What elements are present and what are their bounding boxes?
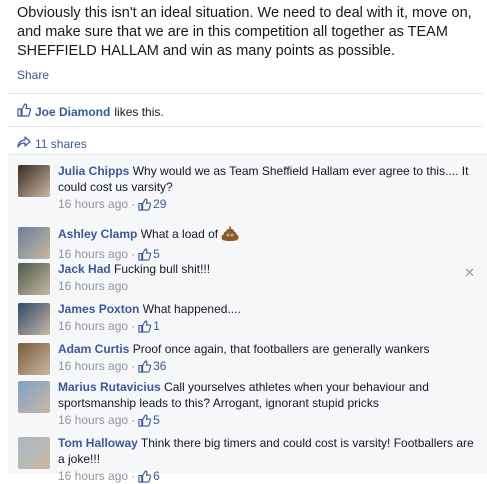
comments-section: Julia Chipps Why would we as Team Sheffi… — [8, 154, 487, 483]
avatar[interactable] — [18, 263, 50, 295]
comment-timestamp[interactable]: 16 hours ago — [58, 246, 128, 262]
comment: James Poxton What happened.... 16 hours a… — [18, 301, 477, 343]
thumbs-up-icon — [17, 103, 32, 121]
likes-suffix: likes this. — [114, 105, 164, 119]
thumbs-up-icon — [138, 413, 152, 427]
comment-timestamp[interactable]: 16 hours ago — [58, 412, 128, 428]
comment-text: What happened.... — [142, 302, 241, 316]
comment: Jack Had Fucking bull shit!!! 16 hours ag… — [18, 261, 477, 303]
comment-author-link[interactable]: Adam Curtis — [58, 342, 129, 356]
separator-dot: · — [131, 247, 136, 261]
comment-timestamp[interactable]: 16 hours ago — [58, 196, 128, 212]
avatar[interactable] — [18, 437, 50, 469]
share-link[interactable]: Share — [17, 68, 49, 82]
comment-like-count[interactable]: 29 — [138, 196, 166, 212]
comment-like-count[interactable]: 6 — [138, 468, 160, 484]
comment-like-count[interactable]: 5 — [138, 246, 160, 262]
comment-author-link[interactable]: Jack Had — [58, 262, 111, 276]
thumbs-up-icon — [138, 247, 152, 261]
separator-dot: · — [131, 469, 136, 483]
comment-timestamp[interactable]: 16 hours ago — [58, 358, 128, 374]
share-arrow-icon — [17, 136, 31, 152]
avatar[interactable] — [18, 343, 50, 375]
comment-author-link[interactable]: Ashley Clamp — [58, 227, 137, 241]
comment: Marius Rutavicius Call yourselves athlet… — [18, 379, 477, 427]
comment: Adam Curtis Proof once again, that footb… — [18, 341, 477, 383]
remove-comment-icon[interactable]: ✕ — [464, 265, 475, 281]
comment-timestamp[interactable]: 16 hours ago — [58, 468, 128, 484]
comment-timestamp[interactable]: 16 hours ago — [58, 318, 128, 334]
separator-dot: · — [131, 319, 136, 333]
comment: Julia Chipps Why would we as Team Sheffi… — [18, 163, 477, 211]
comment-like-count[interactable]: 1 — [138, 318, 160, 334]
comment-like-number: 29 — [153, 197, 167, 211]
avatar[interactable] — [18, 227, 50, 259]
avatar[interactable] — [18, 303, 50, 335]
comment-like-number: 5 — [153, 413, 160, 427]
separator-dot: · — [131, 413, 136, 427]
comment-text: Proof once again, that footballers are g… — [132, 342, 430, 356]
poop-emoji-icon — [221, 225, 239, 245]
comment-like-number: 1 — [153, 319, 160, 333]
comment-author-link[interactable]: Tom Halloway — [58, 436, 138, 450]
comment-timestamp[interactable]: 16 hours ago — [58, 278, 128, 294]
comment-author-link[interactable]: James Poxton — [58, 302, 139, 316]
post-text: Obviously this isn't an ideal situation.… — [17, 5, 472, 59]
thumbs-up-icon — [138, 469, 152, 483]
comment-like-count[interactable]: 36 — [138, 358, 166, 374]
shares-count-link[interactable]: 11 shares — [17, 136, 87, 152]
thumbs-up-icon — [138, 359, 152, 373]
avatar[interactable] — [18, 165, 50, 197]
divider — [8, 126, 483, 127]
comment-like-number: 5 — [153, 247, 160, 261]
liker-name-link[interactable]: Joe Diamond — [35, 104, 110, 120]
comment: Tom Halloway Think there big timers and … — [18, 435, 477, 483]
comment-like-number: 36 — [153, 359, 167, 373]
comment-like-count[interactable]: 5 — [138, 412, 160, 428]
comment-text: Fucking bull shit!!! — [114, 262, 211, 276]
shares-label: 11 shares — [35, 137, 87, 151]
separator-dot: · — [131, 197, 136, 211]
likes-summary: Joe Diamond likes this. — [17, 103, 164, 121]
avatar[interactable] — [18, 381, 50, 413]
separator-dot: · — [131, 359, 136, 373]
divider — [8, 93, 483, 94]
thumbs-up-icon — [138, 197, 152, 211]
comment-text: What a load of — [140, 227, 219, 241]
comment-author-link[interactable]: Marius Rutavicius — [58, 380, 161, 394]
comment-author-link[interactable]: Julia Chipps — [58, 164, 129, 178]
comment-like-number: 6 — [153, 469, 160, 483]
thumbs-up-icon — [138, 319, 152, 333]
